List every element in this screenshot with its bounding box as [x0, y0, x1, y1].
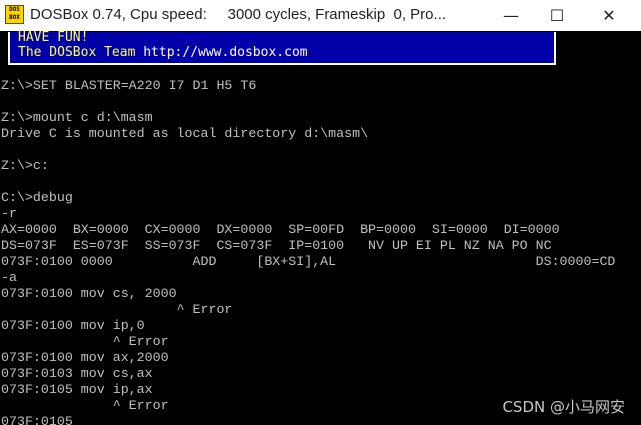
- console-line: Z:\>mount c d:\masm: [1, 110, 153, 125]
- console-line: ^ Error: [1, 302, 233, 317]
- banner-line-1: HAVE FUN!: [18, 30, 89, 45]
- banner-team-text: The DOSBox Team: [18, 45, 144, 60]
- console-line: 073F:0100 0000 ADD [BX+SI],AL DS:0000=CD: [1, 254, 616, 269]
- console-output[interactable]: Z:\>SET BLASTER=A220 I7 D1 H5 T6 Z:\>moun…: [1, 78, 641, 425]
- console-line: 073F:0100 mov ip,0: [1, 318, 145, 333]
- banner-box: HAVE FUN! The DOSBox Team http://www.dos…: [8, 30, 556, 65]
- console-line: 073F:0100 mov cs, 2000: [1, 286, 177, 301]
- console-line: Drive C is mounted as local directory d:…: [1, 126, 369, 141]
- console-line: 073F:0105: [1, 414, 73, 425]
- console-line: C:\>debug: [1, 190, 73, 205]
- icon-text-bottom: BOX: [9, 14, 20, 21]
- console-line: Z:\>SET BLASTER=A220 I7 D1 H5 T6: [1, 78, 257, 93]
- console-line: -a: [1, 270, 17, 285]
- banner-line-2: The DOSBox Team http://www.dosbox.com: [18, 45, 308, 61]
- minimize-button[interactable]: —: [488, 0, 534, 31]
- console-line: ^ Error: [1, 334, 169, 349]
- banner-url: http://www.dosbox.com: [143, 45, 308, 60]
- console-line: 073F:0103 mov cs,ax: [1, 366, 153, 381]
- title-bar[interactable]: DOS BOX DOSBox 0.74, Cpu speed: 3000 cyc…: [0, 0, 641, 31]
- maximize-button[interactable]: ☐: [534, 0, 580, 31]
- icon-text-top: DOS: [9, 6, 20, 13]
- console-line: 073F:0105 mov ip,ax: [1, 382, 153, 397]
- console-line: DS=073F ES=073F SS=073F CS=073F IP=0100 …: [1, 238, 552, 253]
- console-line: AX=0000 BX=0000 CX=0000 DX=0000 SP=00FD …: [1, 222, 560, 237]
- window-title: DOSBox 0.74, Cpu speed: 3000 cycles, Fra…: [30, 6, 447, 23]
- dosbox-icon: DOS BOX: [5, 5, 24, 24]
- console-line: -r: [1, 206, 17, 221]
- welcome-banner: HAVE FUN! The DOSBox Team http://www.dos…: [0, 30, 559, 71]
- console-line: Z:\>c:: [1, 158, 49, 173]
- watermark: CSDN @小马网安: [502, 398, 625, 416]
- console-line: 073F:0100 mov ax,2000: [1, 350, 169, 365]
- close-button[interactable]: ✕: [586, 0, 632, 31]
- console-line: ^ Error: [1, 398, 169, 413]
